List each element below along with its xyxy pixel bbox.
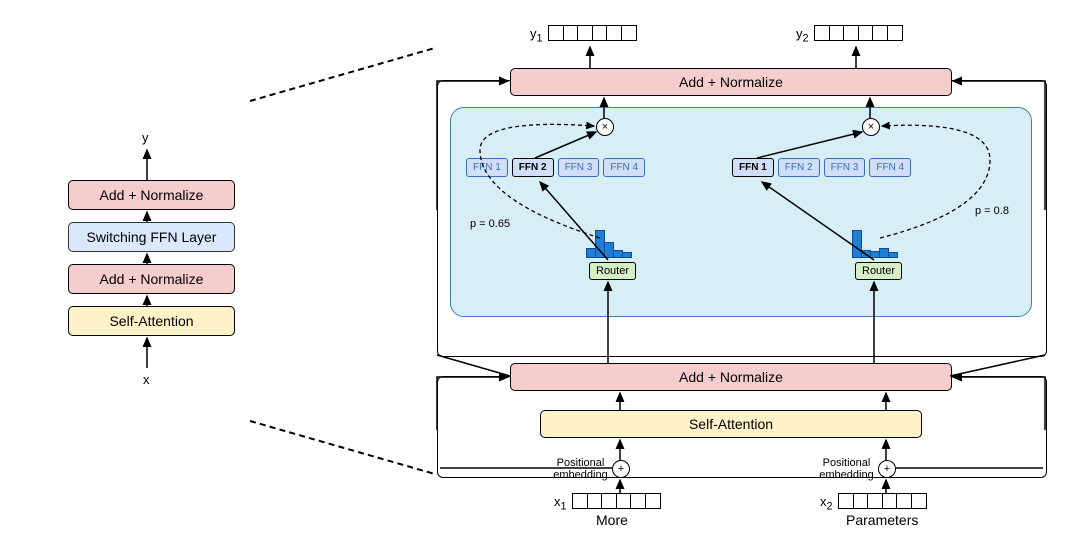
ffn-left-3: FFN 3 [558,158,600,177]
y1-token-row [548,25,637,41]
dashed-expand-top [250,48,433,102]
x2-label: x2 [820,494,833,513]
p-left-label: p = 0.65 [470,218,510,230]
multiply-left: × [596,118,614,136]
ffn-right-2: FFN 2 [778,158,820,177]
left-add-norm-top: Add + Normalize [68,180,235,210]
router-right: Router [855,262,902,280]
ffn-group-left: FFN 1 FFN 2 FFN 3 FFN 4 [466,158,645,177]
ffn-group-right: FFN 1 FFN 2 FFN 3 FFN 4 [732,158,911,177]
switching-ffn-panel [450,107,1032,317]
dashed-expand-bottom [250,420,433,474]
plus-left: + [612,460,630,478]
plus-right: + [878,460,896,478]
left-switching-ffn: Switching FFN Layer [68,222,235,252]
y2-token-row [814,25,903,41]
y2-label: y2 [796,26,809,45]
router-hist-left [586,230,630,258]
x1-label: x1 [554,494,567,513]
y1-label: y1 [530,26,543,45]
right-add-norm-top: Add + Normalize [510,68,952,96]
p-right-label: p = 0.8 [975,205,1009,217]
left-add-norm-bottom: Add + Normalize [68,264,235,294]
word-more: More [596,512,628,528]
right-self-attention: Self-Attention [540,410,922,438]
ffn-right-4: FFN 4 [869,158,911,177]
multiply-right: × [862,118,880,136]
right-add-norm-bottom: Add + Normalize [510,363,952,391]
pos-emb-right-label: Positional embedding [819,457,874,481]
ffn-right-3: FFN 3 [824,158,866,177]
ffn-left-1: FFN 1 [466,158,508,177]
ffn-left-2-selected: FFN 2 [512,158,554,177]
word-parameters: Parameters [846,512,918,528]
left-self-attention: Self-Attention [68,306,235,336]
x2-token-row [838,493,927,509]
router-hist-right [852,230,896,258]
ffn-right-1-selected: FFN 1 [732,158,774,177]
router-left: Router [589,262,636,280]
y-label: y [142,130,149,145]
x1-token-row [572,493,661,509]
ffn-left-4: FFN 4 [603,158,645,177]
pos-emb-left-label: Positional embedding [553,457,608,481]
x-label: x [143,372,150,387]
